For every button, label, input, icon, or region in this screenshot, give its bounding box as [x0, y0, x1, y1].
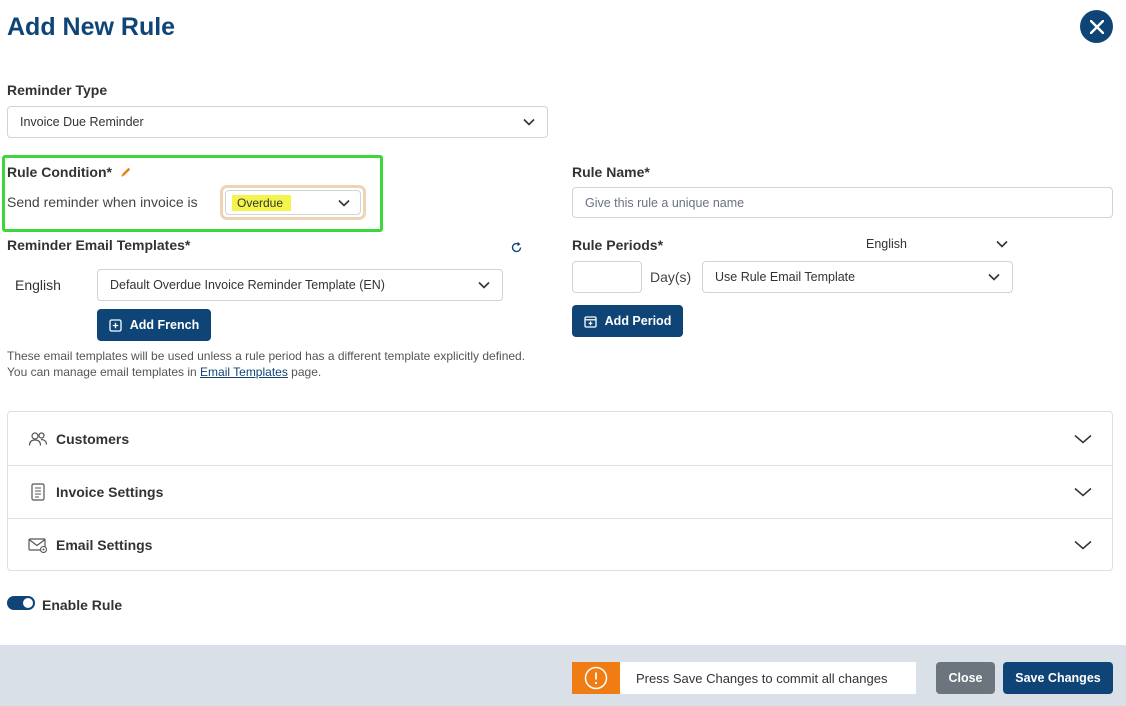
section-email-settings[interactable]: Email Settings	[8, 518, 1112, 571]
section-label: Invoice Settings	[56, 484, 164, 500]
chevron-down-icon	[1074, 434, 1092, 444]
close-icon	[1089, 19, 1104, 34]
chevron-down-icon	[1074, 487, 1092, 497]
rule-name-input[interactable]	[572, 187, 1113, 218]
section-label: Customers	[56, 430, 130, 447]
document-icon	[28, 483, 48, 501]
rule-periods-label: Rule Periods*	[572, 237, 664, 253]
settings-accordion: Customers Invoice Settings Email Setting…	[7, 411, 1113, 571]
email-templates-label: Reminder Email Templates*	[7, 237, 191, 253]
notice-text: Press Save Changes to commit all changes	[636, 670, 888, 686]
plus-square-icon	[109, 318, 122, 332]
email-template-select[interactable]: Default Overdue Invoice Reminder Templat…	[97, 269, 503, 301]
chevron-down-icon	[338, 199, 350, 207]
close-dialog-button[interactable]	[1080, 10, 1113, 43]
rule-name-label: Rule Name*	[572, 164, 650, 180]
period-days-unit: Day(s)	[650, 269, 692, 285]
add-period-label: Add Period	[604, 314, 672, 328]
pencil-icon[interactable]	[120, 166, 132, 178]
condition-value: Overdue	[232, 194, 292, 211]
email-icon	[28, 537, 48, 553]
chevron-down-icon	[988, 273, 1000, 281]
users-icon	[28, 431, 48, 447]
chevron-down-icon	[996, 240, 1008, 248]
rule-condition-label: Rule Condition*	[7, 164, 112, 180]
enable-rule-toggle[interactable]	[7, 596, 35, 610]
condition-select[interactable]: Overdue	[225, 190, 361, 215]
period-language-select[interactable]: English	[866, 235, 1008, 253]
period-days-input[interactable]	[572, 261, 642, 293]
template-language-label: English	[15, 277, 61, 293]
enable-rule-label: Enable Rule	[42, 597, 123, 613]
save-notice: Press Save Changes to commit all changes	[572, 662, 916, 694]
section-invoice-settings[interactable]: Invoice Settings	[8, 465, 1112, 518]
chevron-down-icon	[478, 281, 490, 289]
condition-select-focus-ring: Overdue	[220, 185, 366, 220]
page-title: Add New Rule	[7, 13, 176, 41]
period-template-value: Use Rule Email Template	[715, 270, 856, 284]
period-template-select[interactable]: Use Rule Email Template	[702, 261, 1013, 293]
rule-condition-heading: Rule Condition*	[7, 164, 132, 180]
add-french-label: Add French	[129, 318, 200, 332]
email-template-value: Default Overdue Invoice Reminder Templat…	[110, 278, 385, 292]
add-period-button[interactable]: Add Period	[572, 305, 683, 337]
chevron-down-icon	[523, 118, 535, 126]
chevron-down-icon	[1074, 540, 1092, 550]
save-changes-button[interactable]: Save Changes	[1003, 662, 1113, 694]
rule-condition-prefix: Send reminder when invoice is	[7, 194, 198, 210]
refresh-icon[interactable]	[510, 241, 523, 254]
section-customers[interactable]: Customers	[8, 412, 1112, 465]
info-icon	[572, 662, 620, 694]
add-french-button[interactable]: Add French	[97, 309, 211, 341]
reminder-type-value: Invoice Due Reminder	[20, 115, 144, 129]
calendar-plus-icon	[584, 315, 597, 328]
reminder-type-label: Reminder Type	[7, 82, 108, 98]
email-templates-link[interactable]: Email Templates	[200, 365, 288, 379]
reminder-type-select[interactable]: Invoice Due Reminder	[7, 106, 548, 138]
help-text-suffix: page.	[287, 364, 322, 379]
close-button[interactable]: Close	[936, 662, 995, 694]
toggle-knob	[23, 598, 33, 608]
section-label: Email Settings	[56, 537, 153, 553]
templates-help-text: These email templates will be used unles…	[7, 349, 527, 380]
period-language-value: English	[866, 237, 907, 251]
